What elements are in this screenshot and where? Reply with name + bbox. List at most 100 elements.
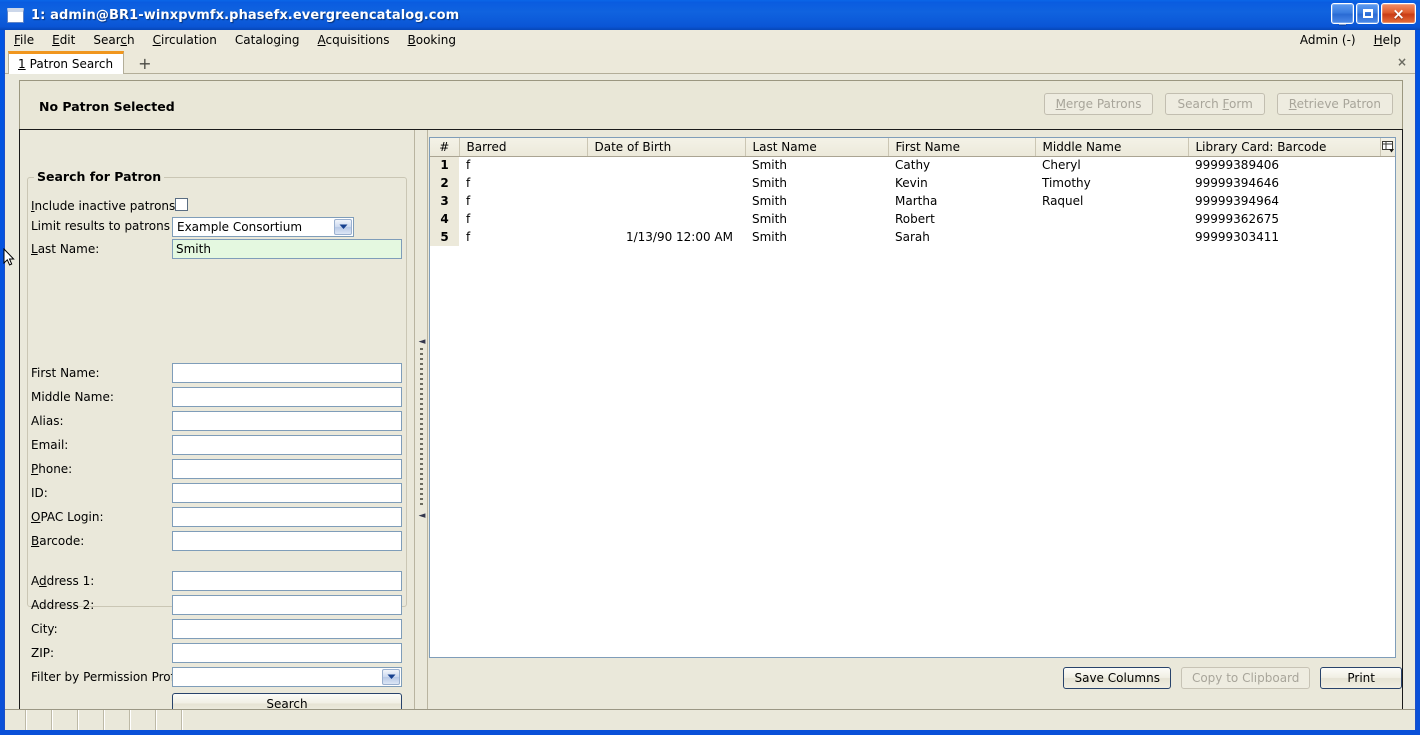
column-picker-icon[interactable] bbox=[1380, 138, 1395, 157]
row-dob bbox=[587, 192, 745, 210]
menu-edit[interactable]: Edit bbox=[43, 31, 84, 49]
address2-input[interactable] bbox=[172, 595, 402, 615]
barcode-label: Barcode: bbox=[31, 534, 85, 548]
table-row[interactable]: 2 f Smith Kevin Timothy 99999394646 bbox=[430, 174, 1395, 192]
patron-header-bar: No Patron Selected Merge Patrons Search … bbox=[19, 80, 1403, 129]
include-inactive-label: Include inactive patrons? bbox=[31, 199, 182, 213]
row-barred: f bbox=[466, 176, 471, 190]
menu-circulation[interactable]: Circulation bbox=[144, 31, 226, 49]
barcode-input[interactable] bbox=[172, 531, 402, 551]
row-barcode: 99999362675 bbox=[1195, 212, 1279, 226]
status-segment-0 bbox=[5, 710, 27, 730]
menu-file[interactable]: File bbox=[5, 31, 43, 49]
row-barred: f bbox=[466, 230, 471, 244]
window-title: 1: admin@BR1-winxpvmfx.phasefx.evergreen… bbox=[31, 7, 460, 23]
copy-to-clipboard-button[interactable]: Copy to Clipboard bbox=[1180, 667, 1311, 689]
save-columns-button[interactable]: Save Columns bbox=[1063, 667, 1171, 689]
row-middle-name bbox=[1035, 228, 1188, 246]
column-header-library-card[interactable]: Library Card: Barcode bbox=[1188, 138, 1381, 157]
email-input[interactable] bbox=[172, 435, 402, 455]
close-tab-button[interactable]: × bbox=[1397, 55, 1407, 69]
new-tab-button[interactable]: + bbox=[132, 56, 157, 72]
first-name-input[interactable] bbox=[172, 363, 402, 383]
row-index: 5 bbox=[430, 228, 459, 246]
table-row[interactable]: 4 f Smith Robert 99999362675 bbox=[430, 210, 1395, 228]
menu-admin[interactable]: Admin (-) bbox=[1291, 31, 1365, 49]
menu-bar: File Edit Search Circulation Cataloging … bbox=[5, 30, 1415, 50]
column-header-middle-name[interactable]: Middle Name bbox=[1035, 138, 1189, 157]
table-row[interactable]: 1 f Smith Cathy Cheryl 99999389406 bbox=[430, 156, 1395, 174]
menu-booking[interactable]: Booking bbox=[399, 31, 465, 49]
patron-status-label: No Patron Selected bbox=[39, 99, 175, 114]
row-spacer bbox=[1380, 192, 1395, 210]
middle-name-input[interactable] bbox=[172, 387, 402, 407]
splitter-collapse-up-icon[interactable]: ◄ bbox=[418, 338, 426, 347]
search-form-button[interactable]: Search Form bbox=[1165, 93, 1265, 115]
limit-results-label: Limit results to patrons in bbox=[31, 219, 185, 233]
row-spacer bbox=[1380, 228, 1395, 246]
print-button[interactable]: Print bbox=[1320, 667, 1402, 689]
pane-splitter[interactable]: ◄ ◄ bbox=[414, 130, 428, 720]
row-middle-name bbox=[1035, 210, 1188, 228]
alias-label: Alias: bbox=[31, 414, 64, 428]
merge-patrons-button[interactable]: Merge Patrons bbox=[1043, 93, 1154, 115]
menu-file-rest: ile bbox=[20, 33, 35, 47]
menu-acquisitions[interactable]: Acquisitions bbox=[309, 31, 399, 49]
status-segment-6 bbox=[157, 710, 183, 730]
address1-input[interactable] bbox=[172, 571, 402, 591]
close-button[interactable]: × bbox=[1381, 3, 1416, 24]
splitter-grip[interactable] bbox=[420, 348, 423, 508]
column-header-first-name[interactable]: First Name bbox=[888, 138, 1036, 157]
phone-label: Phone: bbox=[31, 462, 73, 476]
id-label: ID: bbox=[31, 486, 48, 500]
address2-label: Address 2: bbox=[31, 598, 95, 612]
status-bar bbox=[5, 709, 1415, 730]
results-table: # Barred Date of Birth Last Name First N… bbox=[430, 138, 1395, 246]
permission-profile-select[interactable] bbox=[172, 667, 402, 687]
column-header-last-name[interactable]: Last Name bbox=[745, 138, 889, 157]
alias-input[interactable] bbox=[172, 411, 402, 431]
row-spacer bbox=[1380, 156, 1395, 174]
table-row[interactable]: 3 f Smith Martha Raquel 99999394964 bbox=[430, 192, 1395, 210]
minimize-icon: _ bbox=[1339, 9, 1346, 25]
body-split-area: Search for Patron Include inactive patro… bbox=[19, 129, 1403, 730]
menu-help[interactable]: Help bbox=[1365, 31, 1415, 49]
window-controls: _ × bbox=[1331, 3, 1416, 24]
chevron-down-icon bbox=[334, 219, 352, 235]
phone-input[interactable] bbox=[172, 459, 402, 479]
limit-results-select[interactable]: Example Consortium bbox=[172, 217, 354, 237]
status-segment-1 bbox=[27, 710, 53, 730]
maximize-button[interactable] bbox=[1356, 3, 1379, 24]
city-input[interactable] bbox=[172, 619, 402, 639]
include-inactive-checkbox[interactable] bbox=[175, 198, 188, 211]
id-input[interactable] bbox=[172, 483, 402, 503]
retrieve-patron-button[interactable]: Retrieve Patron bbox=[1276, 93, 1393, 115]
results-list[interactable]: # Barred Date of Birth Last Name First N… bbox=[429, 137, 1396, 658]
status-segment-4 bbox=[105, 710, 131, 730]
row-first-name: Martha bbox=[895, 194, 938, 208]
column-header-barred[interactable]: Barred bbox=[459, 138, 588, 157]
row-barred: f bbox=[466, 212, 471, 226]
splitter-collapse-down-icon[interactable]: ◄ bbox=[418, 512, 426, 521]
opac-login-input[interactable] bbox=[172, 507, 402, 527]
row-spacer bbox=[1380, 174, 1395, 192]
search-pane: Search for Patron Include inactive patro… bbox=[20, 130, 414, 730]
first-name-label: First Name: bbox=[31, 366, 100, 380]
tab-patron-search[interactable]: 1 Patron Search bbox=[8, 51, 125, 74]
results-body: 1 f Smith Cathy Cheryl 99999389406 2 f S… bbox=[430, 156, 1395, 246]
last-name-input[interactable] bbox=[172, 239, 402, 259]
row-last-name: Smith bbox=[752, 212, 787, 226]
results-action-buttons: Save Columns Copy to Clipboard Print bbox=[1063, 667, 1402, 689]
column-header-index[interactable]: # bbox=[430, 138, 460, 157]
row-barred: f bbox=[466, 194, 471, 208]
zip-input[interactable] bbox=[172, 643, 402, 663]
chevron-down-icon-2 bbox=[382, 669, 400, 685]
menu-search[interactable]: Search bbox=[84, 31, 143, 49]
table-row[interactable]: 5 f 1/13/90 12:00 AM Smith Sarah 9999930… bbox=[430, 228, 1395, 246]
minimize-button[interactable]: _ bbox=[1331, 3, 1354, 24]
menu-cataloging[interactable]: Cataloging bbox=[226, 31, 309, 49]
close-icon: × bbox=[1392, 4, 1405, 23]
column-header-dob[interactable]: Date of Birth bbox=[587, 138, 746, 157]
results-header-row: # Barred Date of Birth Last Name First N… bbox=[430, 138, 1395, 157]
row-dob: 1/13/90 12:00 AM bbox=[625, 230, 733, 244]
